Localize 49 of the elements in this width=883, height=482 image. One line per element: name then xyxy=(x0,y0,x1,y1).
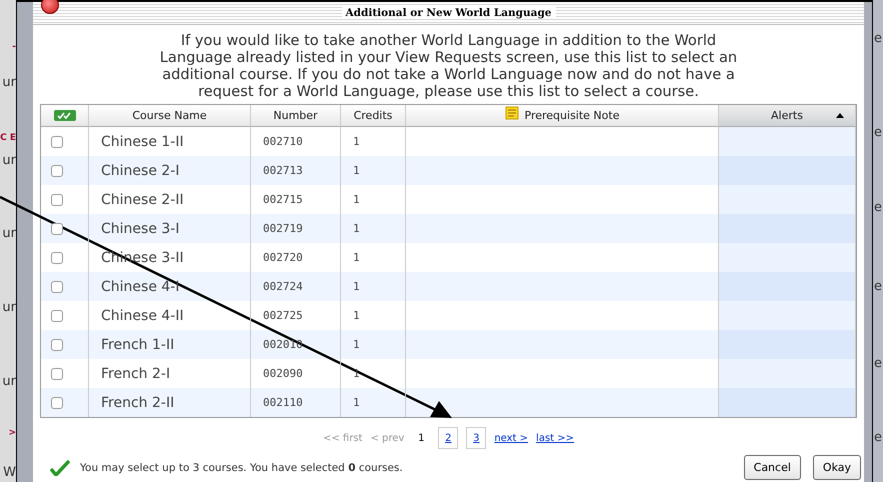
row-checkbox[interactable] xyxy=(51,252,63,264)
column-header[interactable]: Number xyxy=(251,105,341,127)
pagination-link[interactable]: next > xyxy=(494,432,528,444)
background-text: e xyxy=(874,126,882,140)
column-header[interactable]: Course Name xyxy=(89,105,251,127)
course-name-cell: French 2-II xyxy=(89,388,251,417)
okay-button[interactable]: Okay xyxy=(812,455,861,480)
row-checkbox[interactable] xyxy=(51,368,63,380)
note-icon xyxy=(504,106,519,120)
background-text: - xyxy=(12,41,16,54)
background-text: > xyxy=(8,427,16,440)
close-button[interactable] xyxy=(41,0,59,14)
column-header-label: Prerequisite Note xyxy=(524,109,620,122)
instructions-text: If you would like to take another World Language in addition to the World Language already listed in your View Requests screen, use this list to select an additional course. If you do not take a World Language now and do not have a request for a World Language, please use this list to select a course. xyxy=(158,32,738,100)
background-text: C E xyxy=(0,132,16,145)
background-text: e xyxy=(874,280,882,294)
cancel-button[interactable]: Cancel xyxy=(744,455,801,480)
row-checkbox[interactable] xyxy=(51,136,63,148)
background-text: e xyxy=(874,201,882,215)
background-text: W xyxy=(3,466,16,480)
page-link[interactable]: 1 xyxy=(412,428,430,448)
row-checkbox[interactable] xyxy=(51,280,63,292)
page-link[interactable]: 2 xyxy=(438,427,458,449)
background-text: ur xyxy=(2,375,16,389)
credits-cell: 1 xyxy=(341,388,406,417)
dialog-title: Additional or New World Language xyxy=(342,7,556,19)
background-text: ur xyxy=(2,301,16,315)
background-text: e xyxy=(874,357,882,371)
background-text: e xyxy=(874,32,882,46)
selection-status-text: You may select up to 3 courses. You have selected 0 courses. xyxy=(80,462,404,474)
course-number-cell: 002110 xyxy=(251,388,341,417)
pagination-link[interactable]: last >> xyxy=(536,432,574,444)
column-header[interactable]: Credits xyxy=(341,105,406,127)
row-checkbox[interactable] xyxy=(51,194,63,206)
column-header-label: Alerts xyxy=(771,109,803,122)
checkmark-icon xyxy=(50,460,70,476)
column-header[interactable]: Alerts xyxy=(719,105,856,127)
row-checkbox[interactable] xyxy=(51,338,63,350)
row-checkbox[interactable] xyxy=(51,164,63,176)
row-checkbox[interactable] xyxy=(51,396,63,408)
background-text: ur xyxy=(2,154,16,168)
background-text: ur xyxy=(2,227,16,241)
background-text: e xyxy=(874,431,882,445)
row-checkbox[interactable] xyxy=(51,222,63,234)
row-checkbox[interactable] xyxy=(51,310,63,322)
background-text: ur xyxy=(2,76,16,90)
page-link[interactable]: 3 xyxy=(466,427,486,449)
column-header[interactable]: Prerequisite Note xyxy=(406,105,719,127)
double-check-icon[interactable] xyxy=(54,110,76,121)
